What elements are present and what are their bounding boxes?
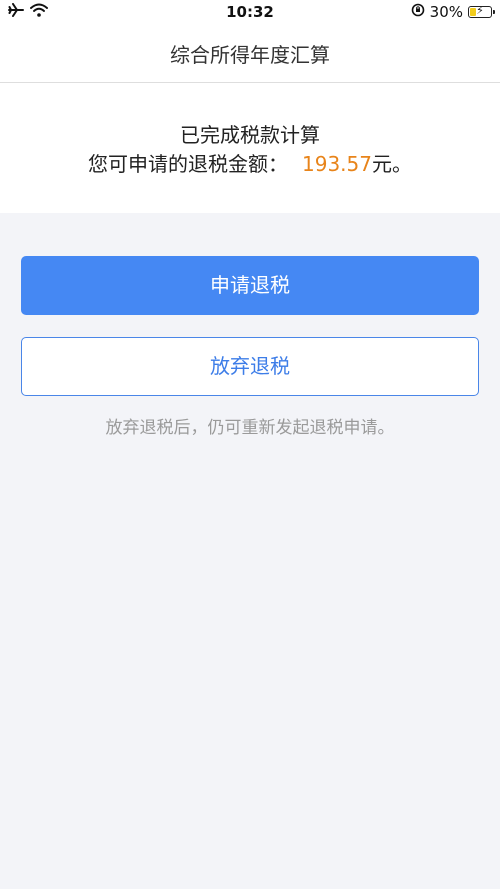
refund-amount: 193.57: [302, 152, 372, 176]
apply-refund-button[interactable]: 申请退税: [21, 256, 479, 315]
result-panel: 已完成税款计算 您可申请的退税金额： 193.57元。: [0, 83, 500, 213]
status-bar: 10:32 30% ⚡: [0, 0, 500, 26]
battery-icon: ⚡: [468, 4, 495, 18]
refund-amount-line: 您可申请的退税金额： 193.57元。: [0, 148, 500, 177]
refund-amount-unit: 元。: [371, 152, 412, 176]
page-title: 综合所得年度汇算: [170, 43, 330, 67]
nav-bar: 综合所得年度汇算: [0, 26, 500, 83]
abandon-refund-button[interactable]: 放弃退税: [21, 337, 479, 396]
orientation-lock-icon: [411, 3, 425, 21]
refund-amount-label: 您可申请的退税金额：: [88, 152, 288, 176]
calculation-status: 已完成税款计算: [180, 123, 320, 147]
status-right: 30% ⚡: [411, 3, 495, 21]
battery-percent: 30%: [429, 3, 463, 21]
abandon-hint: 放弃退税后，仍可重新发起退税申请。: [105, 418, 395, 438]
charging-bolt-icon: ⚡: [476, 4, 484, 17]
